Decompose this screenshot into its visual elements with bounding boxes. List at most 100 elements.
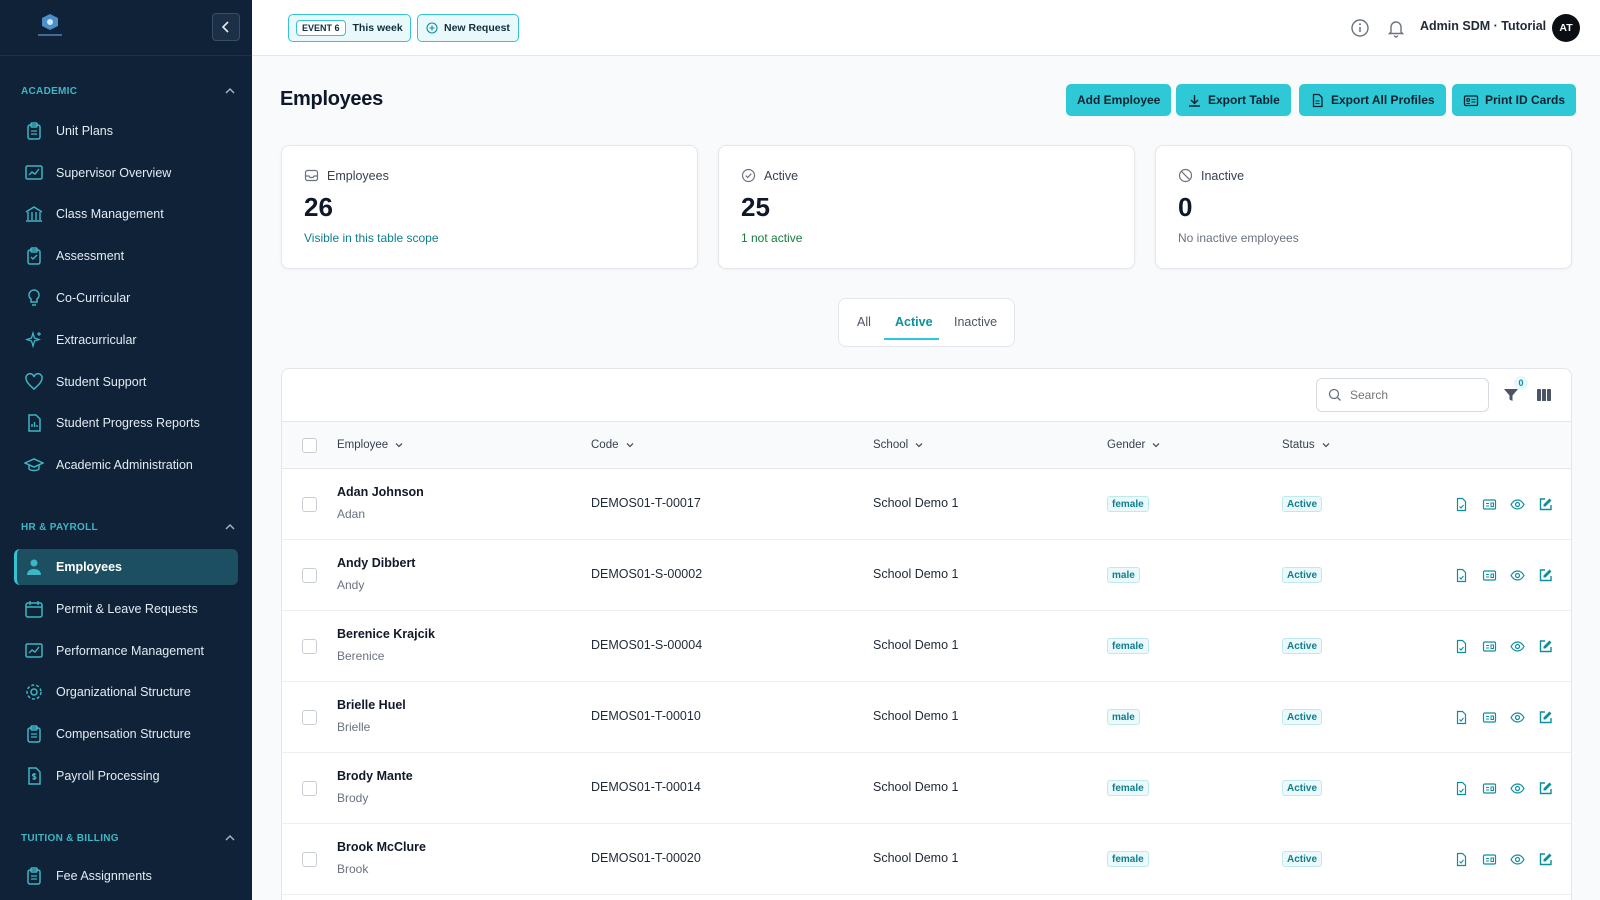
employee-short-name: Andy bbox=[337, 578, 365, 592]
id-card-icon[interactable] bbox=[1482, 852, 1497, 867]
document-icon[interactable] bbox=[1454, 852, 1469, 867]
sidebar-item-label: Supervisor Overview bbox=[56, 166, 172, 180]
sidebar-item-unit-plans[interactable]: Unit Plans bbox=[14, 113, 238, 149]
employee-name[interactable]: Berenice Krajcik bbox=[337, 627, 435, 641]
sidebar-item-assessment[interactable]: Assessment bbox=[14, 238, 238, 274]
column-header-status[interactable]: Status bbox=[1282, 439, 1331, 451]
top-bar: EVENT 6 This week New Request Admin SDM … bbox=[252, 0, 1600, 56]
employee-name[interactable]: Brielle Huel bbox=[337, 698, 406, 712]
tab-all[interactable]: All bbox=[857, 315, 871, 329]
sidebar-item-academic-administration[interactable]: Academic Administration bbox=[14, 447, 238, 483]
stat-label: Active bbox=[764, 168, 799, 183]
row-checkbox[interactable] bbox=[302, 568, 317, 583]
school-logo[interactable] bbox=[32, 12, 68, 42]
eye-icon[interactable] bbox=[1510, 852, 1525, 867]
row-checkbox[interactable] bbox=[302, 852, 317, 867]
document-icon[interactable] bbox=[1454, 639, 1469, 654]
eye-icon[interactable] bbox=[1510, 568, 1525, 583]
sidebar-item-label: Co-Curricular bbox=[56, 291, 131, 305]
employee-short-name: Adan bbox=[337, 507, 366, 521]
user-icon bbox=[27, 559, 41, 575]
sidebar-item-extracurricular[interactable]: Extracurricular bbox=[14, 322, 238, 358]
document-icon[interactable] bbox=[1454, 568, 1469, 583]
edit-icon[interactable] bbox=[1538, 568, 1553, 583]
table-row[interactable]: Adan Johnson Adan DEMOS01-T-00017 School… bbox=[282, 469, 1571, 540]
add-employee-button[interactable]: Add Employee bbox=[1066, 84, 1172, 116]
table-row[interactable]: Brody Mante Brody DEMOS01-T-00014 School… bbox=[282, 753, 1571, 824]
sidebar-item-compensation-structure[interactable]: Compensation Structure bbox=[14, 716, 238, 752]
row-checkbox[interactable] bbox=[302, 710, 317, 725]
section-hr-payroll[interactable]: HR & PAYROLL bbox=[21, 518, 236, 536]
employee-name[interactable]: Brook McClure bbox=[337, 840, 426, 854]
sidebar-item-payroll-processing[interactable]: Payroll Processing bbox=[14, 758, 238, 794]
status-badge: Active bbox=[1282, 709, 1323, 725]
edit-icon[interactable] bbox=[1538, 639, 1553, 654]
chevron-down-icon bbox=[1322, 443, 1330, 448]
sidebar-item-organizational-structure[interactable]: Organizational Structure bbox=[14, 674, 238, 710]
tab-active[interactable]: Active bbox=[895, 315, 933, 329]
eye-icon[interactable] bbox=[1510, 497, 1525, 512]
sidebar-item-permit-leave[interactable]: Permit & Leave Requests bbox=[14, 591, 238, 627]
employee-name[interactable]: Brody Mante bbox=[337, 769, 413, 783]
columns-icon[interactable] bbox=[1535, 386, 1553, 404]
section-academic[interactable]: ACADEMIC bbox=[21, 82, 236, 100]
info-icon[interactable] bbox=[1350, 18, 1370, 38]
sidebar-item-student-support[interactable]: Student Support bbox=[14, 364, 238, 400]
column-header-school[interactable]: School bbox=[873, 439, 924, 451]
document-icon[interactable] bbox=[1454, 710, 1469, 725]
chevron-down-icon bbox=[626, 443, 633, 448]
sidebar-item-employees[interactable]: Employees bbox=[14, 549, 238, 585]
id-card-icon[interactable] bbox=[1482, 781, 1497, 796]
print-id-cards-button[interactable]: Print ID Cards bbox=[1452, 84, 1577, 116]
chart-board-icon bbox=[25, 643, 43, 658]
sidebar: ACADEMIC Unit Plans Supervisor Overview … bbox=[0, 0, 252, 900]
sidebar-item-performance-management[interactable]: Performance Management bbox=[14, 633, 238, 669]
sidebar-item-fee-assignments[interactable]: Fee Assignments bbox=[14, 858, 238, 894]
bell-icon[interactable] bbox=[1386, 18, 1406, 38]
employee-name[interactable]: Andy Dibbert bbox=[337, 556, 415, 570]
edit-icon[interactable] bbox=[1538, 852, 1553, 867]
new-request-button[interactable]: New Request bbox=[417, 14, 519, 42]
edit-icon[interactable] bbox=[1538, 497, 1553, 512]
search-input[interactable] bbox=[1350, 388, 1470, 402]
collapse-sidebar-button[interactable] bbox=[212, 13, 240, 41]
section-tuition-billing[interactable]: TUITION & BILLING bbox=[21, 829, 236, 847]
document-icon[interactable] bbox=[1454, 781, 1469, 796]
eye-icon[interactable] bbox=[1510, 781, 1525, 796]
search-field[interactable] bbox=[1316, 378, 1489, 412]
avatar[interactable]: AT bbox=[1552, 14, 1580, 42]
sidebar-item-co-curricular[interactable]: Co-Curricular bbox=[14, 280, 238, 316]
edit-icon[interactable] bbox=[1538, 710, 1553, 725]
edit-icon[interactable] bbox=[1538, 781, 1553, 796]
table-row[interactable]: Berenice Krajcik Berenice DEMOS01-S-0000… bbox=[282, 611, 1571, 682]
table-row[interactable]: Andy Dibbert Andy DEMOS01-S-00002 School… bbox=[282, 540, 1571, 611]
table-row[interactable]: Brielle Huel Brielle DEMOS01-T-00010 Sch… bbox=[282, 682, 1571, 753]
tab-inactive[interactable]: Inactive bbox=[954, 315, 997, 329]
id-card-icon[interactable] bbox=[1482, 497, 1497, 512]
id-card-icon[interactable] bbox=[1482, 710, 1497, 725]
column-header-employee[interactable]: Employee bbox=[337, 439, 404, 451]
section-label: TUITION & BILLING bbox=[21, 832, 119, 844]
row-checkbox[interactable] bbox=[302, 639, 317, 654]
sidebar-item-class-management[interactable]: Class Management bbox=[14, 196, 238, 232]
sidebar-item-student-progress-reports[interactable]: Student Progress Reports bbox=[14, 405, 238, 441]
event-chip[interactable]: EVENT 6 This week bbox=[288, 14, 411, 42]
sidebar-item-supervisor-overview[interactable]: Supervisor Overview bbox=[14, 155, 238, 191]
select-all-checkbox[interactable] bbox=[302, 438, 317, 453]
stat-header: Employees bbox=[304, 168, 389, 183]
employee-name[interactable]: Adan Johnson bbox=[337, 485, 424, 499]
employee-code: DEMOS01-S-00004 bbox=[591, 638, 703, 652]
id-card-icon[interactable] bbox=[1482, 639, 1497, 654]
column-header-code[interactable]: Code bbox=[591, 439, 635, 451]
table-row[interactable]: Brook McClure Brook DEMOS01-T-00020 Scho… bbox=[282, 824, 1571, 895]
export-all-profiles-button[interactable]: Export All Profiles bbox=[1299, 84, 1446, 116]
export-table-button[interactable]: Export Table bbox=[1176, 84, 1291, 116]
column-header-gender[interactable]: Gender bbox=[1107, 439, 1161, 451]
eye-icon[interactable] bbox=[1510, 710, 1525, 725]
document-icon[interactable] bbox=[1454, 497, 1469, 512]
user-name[interactable]: Admin SDM · Tutorial bbox=[1420, 19, 1546, 33]
row-checkbox[interactable] bbox=[302, 781, 317, 796]
eye-icon[interactable] bbox=[1510, 639, 1525, 654]
row-checkbox[interactable] bbox=[302, 497, 317, 512]
id-card-icon[interactable] bbox=[1482, 568, 1497, 583]
